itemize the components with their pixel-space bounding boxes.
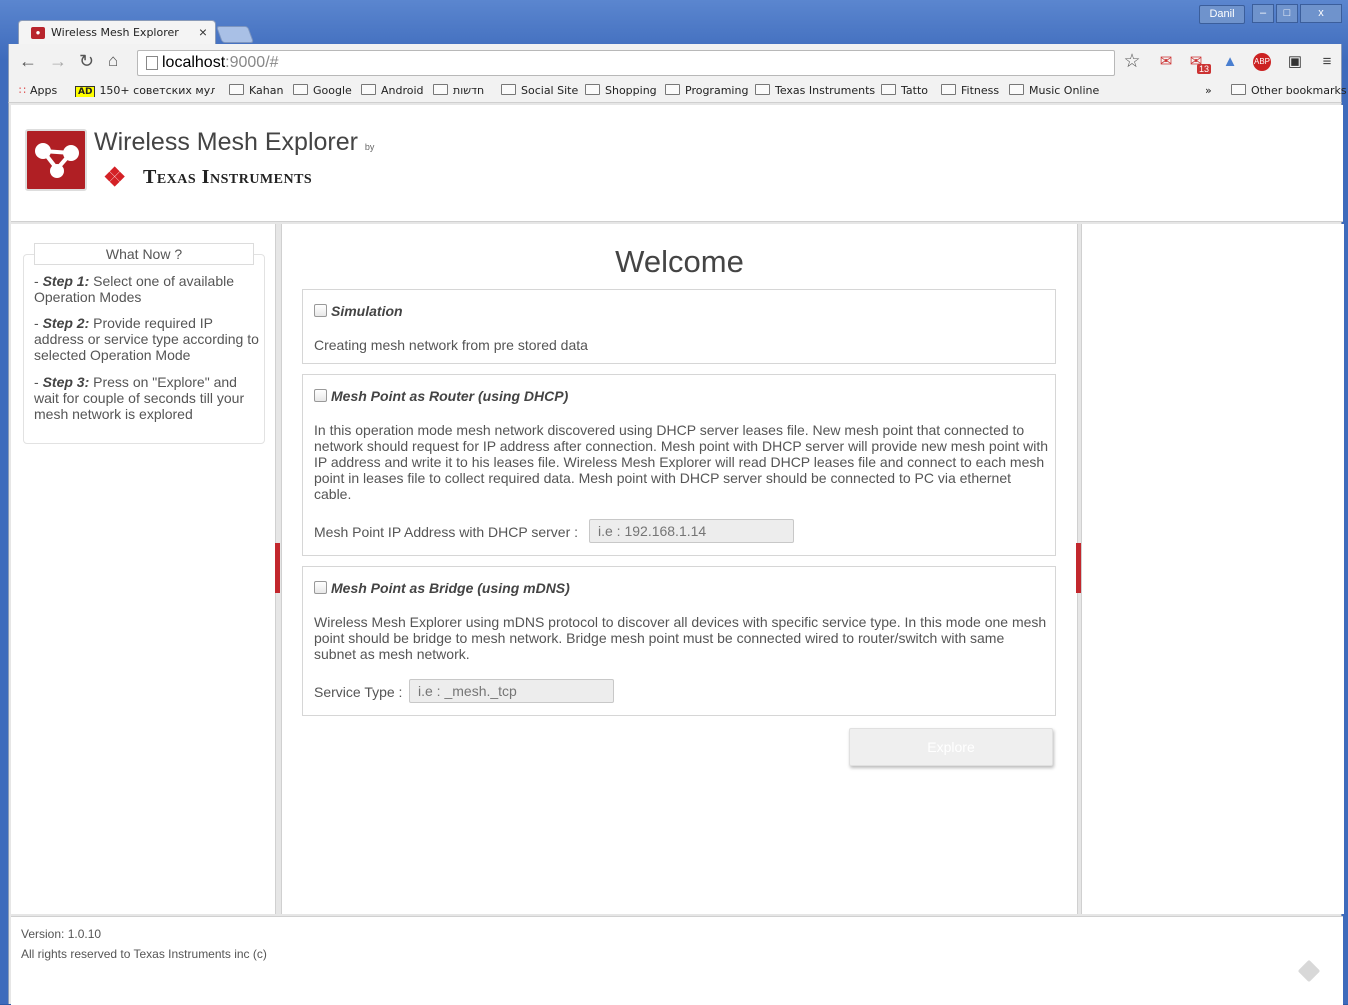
folder-icon [361, 84, 376, 95]
service-type-input[interactable] [409, 679, 614, 703]
address-bar[interactable]: localhost:9000/# [137, 50, 1115, 76]
folder-icon [229, 84, 244, 95]
folder-icon [881, 84, 896, 95]
diamond-icon [1297, 959, 1321, 983]
mode-description: Creating mesh network from pre stored da… [314, 337, 588, 353]
mode-title: Mesh Point as Router (using DHCP) [331, 388, 569, 404]
bookmark-folder[interactable]: Social Site [501, 84, 578, 97]
folder-icon [293, 84, 308, 95]
title-bar: ● Wireless Mesh Explorer × Danil – □ x [0, 0, 1348, 45]
version-text: Version: 1.0.10 [21, 927, 102, 941]
minimize-icon[interactable]: – [1252, 4, 1274, 23]
app-logo [25, 129, 87, 191]
bookmark-folder[interactable]: Android [361, 84, 424, 97]
gmail-icon[interactable]: ✉ [1157, 53, 1175, 71]
bookmark-folder[interactable]: Music Online [1009, 84, 1099, 97]
service-type-label: Service Type : [314, 684, 403, 700]
bridge-mdns-checkbox[interactable] [314, 581, 327, 594]
step-item: - Step 3: Press on "Explore" and wait fo… [34, 374, 245, 422]
what-now-heading: What Now ? [34, 243, 254, 265]
folder-icon [941, 84, 956, 95]
left-collapse-handle[interactable] [275, 543, 280, 593]
mode-router-dhcp: Mesh Point as Router (using DHCP) In thi… [302, 374, 1056, 556]
folder-icon [1009, 84, 1024, 95]
right-sidebar [1081, 224, 1344, 914]
forward-icon[interactable]: → [49, 51, 67, 72]
dhcp-ip-input[interactable] [589, 519, 794, 543]
mode-bridge-mdns: Mesh Point as Bridge (using mDNS) Wirele… [302, 566, 1056, 716]
close-window-icon[interactable]: x [1300, 4, 1342, 23]
bookmark-folder[interactable]: Google [293, 84, 352, 97]
welcome-title: Welcome [615, 244, 744, 279]
left-sidebar: What Now ? - Step 1: Select one of avail… [11, 224, 276, 914]
browser-toolbar: ← → ↻ ⌂ localhost:9000/# ☆ ✉ ✉ 13 ▲ ABP … [8, 44, 1342, 80]
copyright-text: All rights reserved to Texas Instruments… [21, 947, 267, 961]
bookmark-apps[interactable]: ∷ Apps [19, 84, 57, 97]
bookmarks-overflow[interactable]: » [1205, 84, 1212, 97]
ti-logo-icon: ❖ [103, 162, 127, 192]
bookmark-folder[interactable]: חדשות [433, 84, 484, 97]
reload-icon[interactable]: ↻ [79, 51, 94, 72]
translate-icon[interactable]: ▲ [1221, 53, 1239, 71]
bookmark-folder[interactable]: Kahan [229, 84, 283, 97]
browser-tab[interactable]: ● Wireless Mesh Explorer × [18, 20, 216, 45]
explore-button[interactable]: Explore [849, 728, 1053, 766]
adblock-icon[interactable]: ABP [1253, 53, 1271, 71]
folder-icon [585, 84, 600, 95]
new-tab-button[interactable] [215, 26, 255, 43]
what-now-box: What Now ? - Step 1: Select one of avail… [23, 243, 265, 444]
other-bookmarks[interactable]: Other bookmarks [1231, 84, 1347, 97]
router-dhcp-checkbox[interactable] [314, 389, 327, 402]
page-footer: Version: 1.0.10 All rights reserved to T… [11, 916, 1343, 1005]
bookmark-star-icon[interactable]: ☆ [1123, 52, 1141, 71]
mode-description: In this operation mode mesh network disc… [314, 422, 1049, 502]
app-title: Wireless Mesh Explorer by [94, 128, 375, 156]
ad-icon: AD [75, 86, 96, 97]
mode-title: Simulation [331, 303, 403, 319]
home-icon[interactable]: ⌂ [108, 51, 118, 71]
app-header: Wireless Mesh Explorer by ❖ Texas Instru… [11, 105, 1343, 222]
bookmark-item[interactable]: AD150+ советских мульт [75, 84, 215, 97]
mail-count-badge: 13 [1197, 64, 1212, 74]
dhcp-ip-label: Mesh Point IP Address with DHCP server : [314, 524, 579, 540]
page-icon [146, 56, 158, 70]
bookmark-folder[interactable]: Fitness [941, 84, 999, 97]
maximize-icon[interactable]: □ [1276, 4, 1298, 23]
step-item: - Step 1: Select one of available Operat… [34, 273, 235, 305]
back-icon[interactable]: ← [19, 51, 37, 72]
main-panel: Welcome Simulation Creating mesh network… [281, 224, 1078, 914]
address-url: localhost:9000/# [162, 54, 279, 71]
step-item: - Step 2: Provide required IP address or… [34, 315, 259, 363]
tab-close-icon[interactable]: × [199, 24, 207, 40]
folder-icon [665, 84, 680, 95]
mode-title: Mesh Point as Bridge (using mDNS) [331, 580, 570, 596]
mesh-logo-icon [35, 143, 79, 178]
user-profile-button[interactable]: Danil [1199, 5, 1245, 24]
bookmark-folder[interactable]: Shopping [585, 84, 657, 97]
bookmarks-bar: ∷Apps AD150+ советских мульт Kahan Googl… [8, 80, 1347, 103]
extension-icon[interactable]: ▣ [1286, 53, 1304, 71]
page-content: Wireless Mesh Explorer by ❖ Texas Instru… [8, 103, 1344, 1005]
mode-simulation: Simulation Creating mesh network from pr… [302, 289, 1056, 364]
bookmark-folder[interactable]: Programing [665, 84, 748, 97]
folder-icon [501, 84, 516, 95]
folder-icon [1231, 84, 1246, 95]
folder-icon [433, 84, 448, 95]
mode-description: Wireless Mesh Explorer using mDNS protoc… [314, 614, 1047, 662]
simulation-checkbox[interactable] [314, 304, 327, 317]
bookmark-folder[interactable]: Texas Instruments [755, 84, 875, 97]
apps-grid-icon: ∷ [19, 84, 26, 97]
browser-window: ● Wireless Mesh Explorer × Danil – □ x ←… [0, 0, 1348, 1005]
app-favicon-icon: ● [31, 27, 45, 39]
tab-title: Wireless Mesh Explorer [51, 26, 179, 39]
menu-icon[interactable]: ≡ [1318, 53, 1336, 71]
folder-icon [755, 84, 770, 95]
bookmark-folder[interactable]: Tatto [881, 84, 928, 97]
company-name: Texas Instruments [143, 166, 313, 188]
